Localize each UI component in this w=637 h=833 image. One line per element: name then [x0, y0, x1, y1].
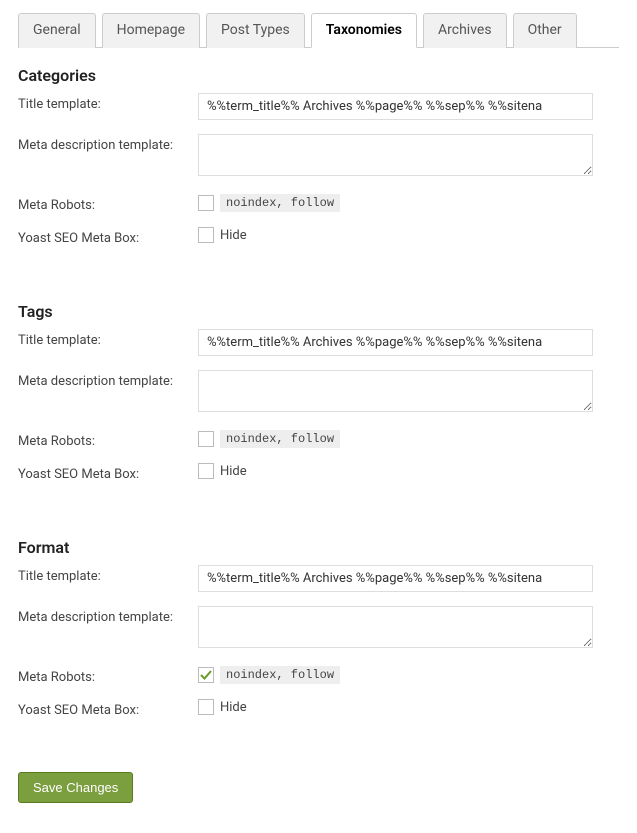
format-hide-checkbox[interactable] — [198, 699, 214, 715]
tags-hide-checkbox[interactable] — [198, 463, 214, 479]
label-meta-robots: Meta Robots: — [18, 194, 198, 213]
tab-homepage[interactable]: Homepage — [102, 13, 200, 48]
meta-robots-badge: noindex, follow — [220, 666, 340, 684]
tab-general[interactable]: General — [18, 13, 96, 48]
categories-meta-robots-checkbox[interactable] — [198, 195, 214, 211]
label-meta-description: Meta description template: — [18, 606, 198, 625]
tab-post-types[interactable]: Post Types — [206, 13, 305, 48]
label-meta-description: Meta description template: — [18, 370, 198, 389]
label-title-template: Title template: — [18, 329, 198, 348]
hide-label: Hide — [220, 464, 247, 479]
tab-other[interactable]: Other — [513, 13, 577, 48]
meta-robots-badge: noindex, follow — [220, 194, 340, 212]
format-title-template-input[interactable] — [198, 565, 593, 592]
label-yoast-meta-box: Yoast SEO Meta Box: — [18, 463, 198, 482]
tags-title-template-input[interactable] — [198, 329, 593, 356]
label-meta-robots: Meta Robots: — [18, 666, 198, 685]
hide-label: Hide — [220, 700, 247, 715]
label-yoast-meta-box: Yoast SEO Meta Box: — [18, 227, 198, 246]
label-title-template: Title template: — [18, 93, 198, 112]
tags-meta-robots-checkbox[interactable] — [198, 431, 214, 447]
label-yoast-meta-box: Yoast SEO Meta Box: — [18, 699, 198, 718]
hide-label: Hide — [220, 228, 247, 243]
categories-hide-checkbox[interactable] — [198, 227, 214, 243]
format-meta-robots-checkbox[interactable] — [198, 667, 214, 683]
tabs-nav: General Homepage Post Types Taxonomies A… — [18, 12, 619, 48]
tags-meta-description-textarea[interactable] — [198, 370, 593, 412]
label-meta-description: Meta description template: — [18, 134, 198, 153]
format-meta-description-textarea[interactable] — [198, 606, 593, 648]
section-heading-format: Format — [18, 538, 619, 557]
tab-taxonomies[interactable]: Taxonomies — [311, 13, 417, 48]
categories-meta-description-textarea[interactable] — [198, 134, 593, 176]
section-heading-tags: Tags — [18, 302, 619, 321]
label-meta-robots: Meta Robots: — [18, 430, 198, 449]
categories-title-template-input[interactable] — [198, 93, 593, 120]
meta-robots-badge: noindex, follow — [220, 430, 340, 448]
section-heading-categories: Categories — [18, 66, 619, 85]
label-title-template: Title template: — [18, 565, 198, 584]
tab-archives[interactable]: Archives — [423, 13, 507, 48]
